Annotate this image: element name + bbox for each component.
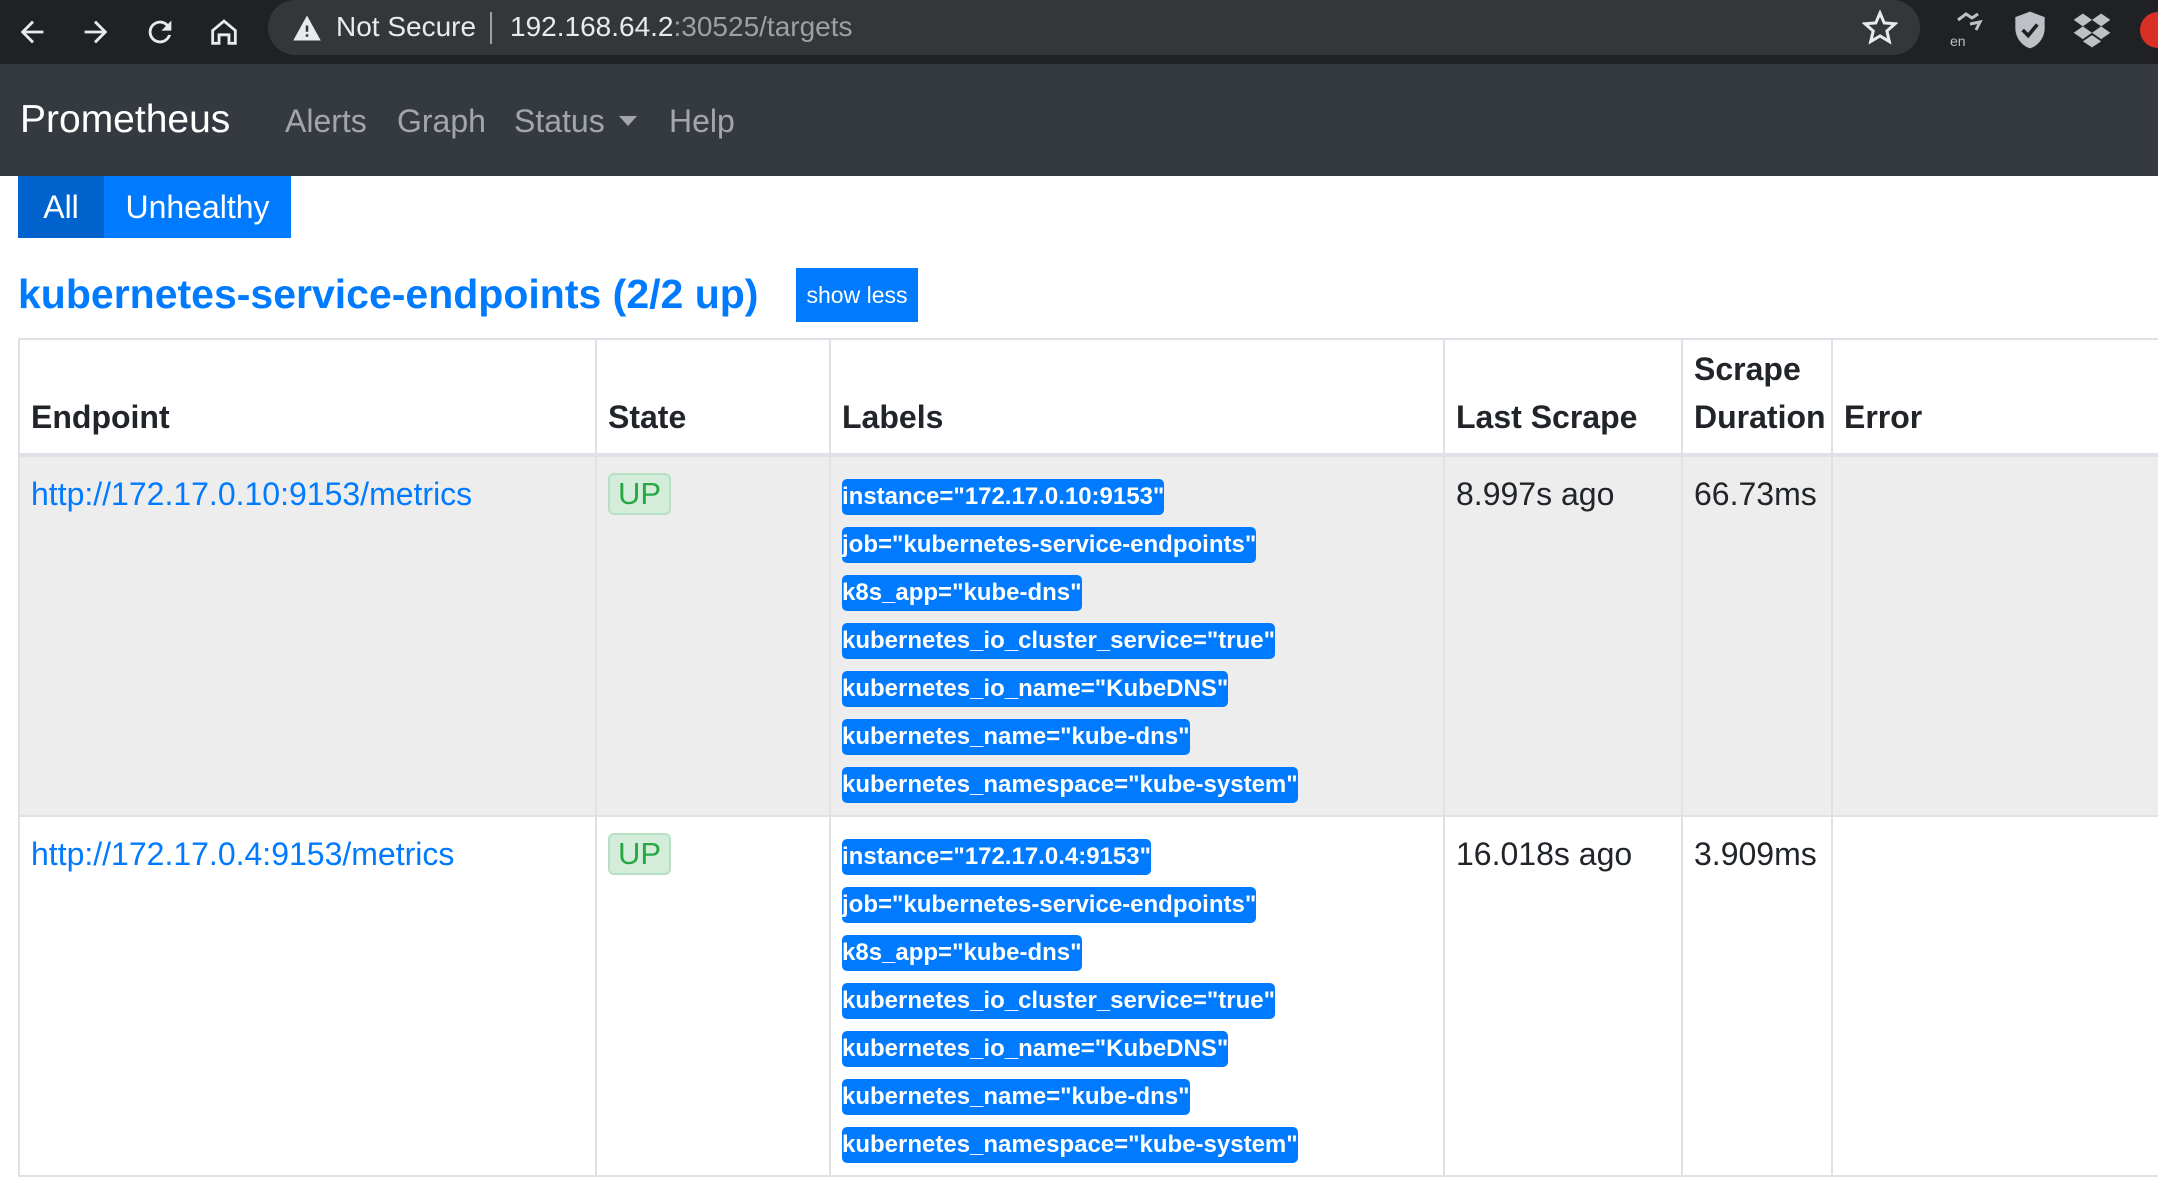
label-badge: kubernetes_namespace="kube-system" (842, 767, 1298, 803)
header-scrape-duration-line1: Scrape (1694, 351, 1801, 387)
label-badge: kubernetes_io_cluster_service="true" (842, 623, 1275, 659)
filter-all-button[interactable]: All (18, 176, 104, 238)
header-labels: Labels (829, 338, 1445, 457)
filter-unhealthy-button[interactable]: Unhealthy (104, 176, 291, 238)
nav-status-dropdown[interactable]: Status (514, 102, 637, 140)
scrape-duration-cell: 3.909ms (1681, 815, 1833, 1177)
home-icon[interactable] (198, 6, 250, 58)
label-badge: instance="172.17.0.4:9153" (842, 839, 1151, 875)
last-scrape-cell: 16.018s ago (1443, 815, 1683, 1177)
label-badge: kubernetes_namespace="kube-system" (842, 1127, 1298, 1163)
last-scrape-value: 8.997s ago (1456, 476, 1615, 512)
back-icon[interactable] (6, 6, 58, 58)
scrape-duration-value: 66.73ms (1694, 476, 1817, 512)
endpoint-link[interactable]: http://172.17.0.10:9153/metrics (31, 476, 472, 512)
translate-text: en (1950, 33, 1966, 49)
chevron-down-icon (618, 116, 637, 126)
label-badge: kubernetes_io_name="KubeDNS" (842, 1031, 1229, 1067)
label-badge: kubernetes_io_name="KubeDNS" (842, 671, 1229, 707)
state-cell: UP (595, 454, 831, 817)
error-cell (1831, 815, 2158, 1177)
endpoint-cell: http://172.17.0.10:9153/metrics (18, 454, 597, 817)
label-badge: job="kubernetes-service-endpoints" (842, 887, 1257, 923)
state-cell: UP (595, 815, 831, 1177)
table-header-row: Endpoint State Labels Last Scrape Scrape… (18, 338, 2158, 457)
shield-extension-icon[interactable] (2008, 8, 2052, 52)
table-row: http://172.17.0.4:9153/metrics UP instan… (18, 815, 2158, 1177)
label-badge: k8s_app="kube-dns" (842, 935, 1082, 971)
targets-table: Endpoint State Labels Last Scrape Scrape… (18, 338, 2158, 1177)
browser-toolbar: Not Secure 192.168.64.2:30525/targets en (0, 0, 2158, 64)
job-title-link[interactable]: kubernetes-service-endpoints (2/2 up) (18, 270, 758, 318)
nav-alerts[interactable]: Alerts (285, 102, 367, 140)
security-label[interactable]: Not Secure (336, 9, 476, 45)
header-scrape-duration: Scrape Duration (1681, 338, 1833, 457)
bookmark-star-icon[interactable] (1861, 9, 1899, 46)
warning-icon[interactable] (292, 14, 322, 42)
scrape-duration-value: 3.909ms (1694, 836, 1817, 872)
header-last-scrape: Last Scrape (1443, 338, 1683, 457)
nav-status-label: Status (514, 103, 605, 139)
table-row: http://172.17.0.10:9153/metrics UP insta… (18, 454, 2158, 817)
endpoint-cell: http://172.17.0.4:9153/metrics (18, 815, 597, 1177)
header-state: State (595, 338, 831, 457)
label-badge: instance="172.17.0.10:9153" (842, 479, 1165, 515)
url-path: :30525/targets (673, 11, 853, 42)
show-less-button[interactable]: show less (796, 268, 918, 322)
label-badge: kubernetes_name="kube-dns" (842, 719, 1190, 755)
reload-icon[interactable] (134, 6, 186, 58)
state-badge: UP (608, 833, 672, 875)
scrape-duration-cell: 66.73ms (1681, 454, 1833, 817)
address-bar[interactable]: Not Secure 192.168.64.2:30525/targets (268, 0, 1920, 55)
url-text[interactable]: 192.168.64.2:30525/targets (510, 9, 853, 45)
state-badge: UP (608, 473, 672, 515)
header-endpoint: Endpoint (18, 338, 597, 457)
nav-graph[interactable]: Graph (397, 102, 486, 140)
last-scrape-value: 16.018s ago (1456, 836, 1633, 872)
last-scrape-cell: 8.997s ago (1443, 454, 1683, 817)
dropbox-icon[interactable] (2070, 8, 2114, 52)
header-error: Error (1831, 338, 2158, 457)
url-host: 192.168.64.2 (510, 11, 674, 42)
translate-icon[interactable]: en (1946, 8, 1990, 52)
omnibox-divider (490, 12, 492, 44)
label-badge: kubernetes_name="kube-dns" (842, 1079, 1190, 1115)
labels-cell: instance="172.17.0.10:9153" job="kuberne… (829, 454, 1445, 817)
error-cell (1831, 454, 2158, 817)
brand-prometheus[interactable]: Prometheus (20, 97, 230, 143)
header-scrape-duration-line2: Duration (1694, 399, 1826, 435)
target-filter-group: All Unhealthy (18, 176, 291, 238)
endpoint-link[interactable]: http://172.17.0.4:9153/metrics (31, 836, 454, 872)
labels-cell: instance="172.17.0.4:9153" job="kubernet… (829, 815, 1445, 1177)
prometheus-navbar: Prometheus Alerts Graph Status Help (0, 64, 2158, 176)
label-badge: k8s_app="kube-dns" (842, 575, 1082, 611)
forward-icon[interactable] (70, 6, 122, 58)
profile-icon[interactable] (2136, 8, 2158, 52)
nav-help[interactable]: Help (669, 102, 735, 140)
label-badge: kubernetes_io_cluster_service="true" (842, 983, 1275, 1019)
label-badge: job="kubernetes-service-endpoints" (842, 527, 1257, 563)
